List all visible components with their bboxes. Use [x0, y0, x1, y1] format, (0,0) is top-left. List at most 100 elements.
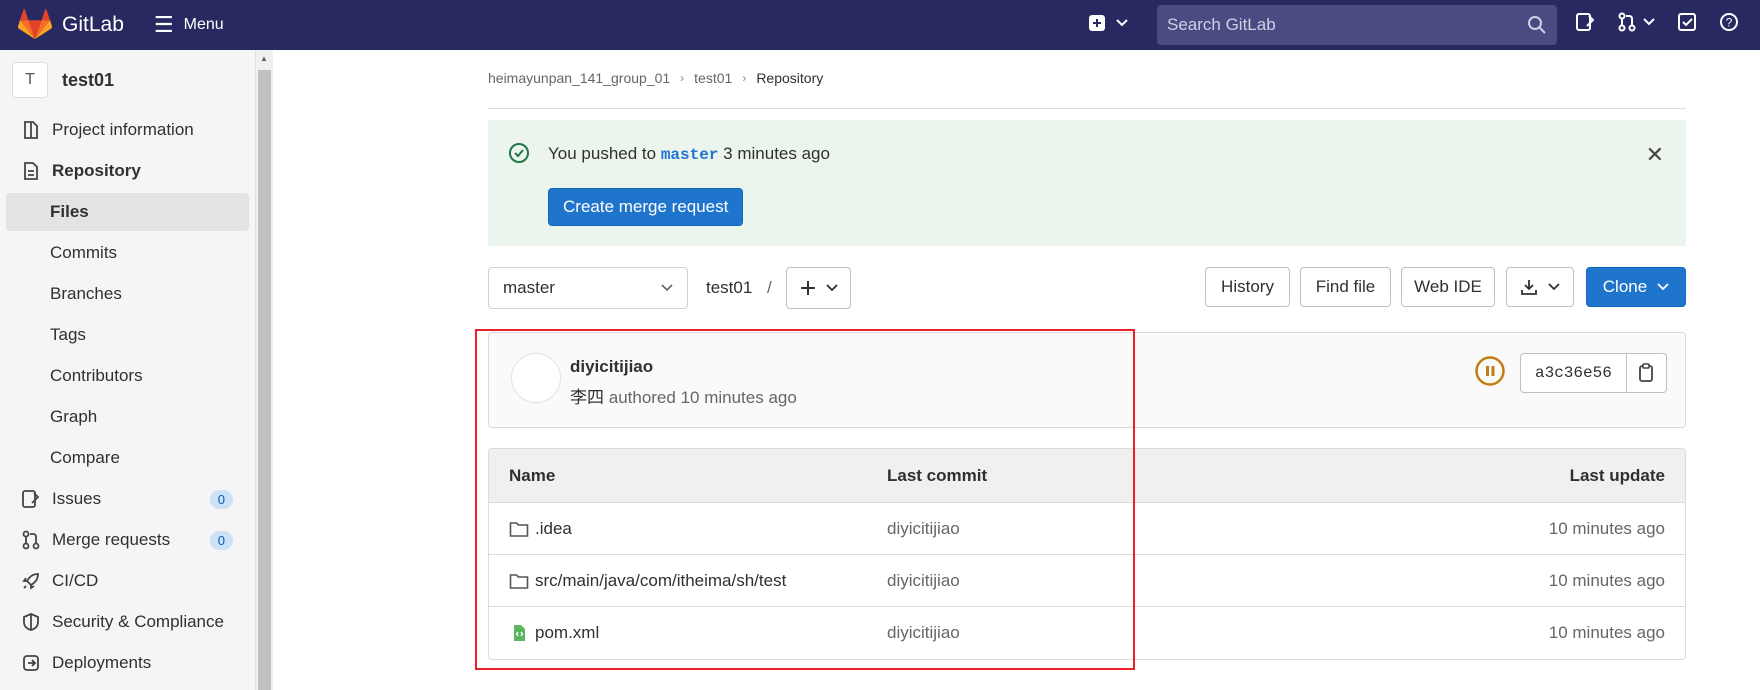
chevron-down-icon: [1643, 18, 1655, 26]
help-icon: ?: [1720, 13, 1738, 31]
search-box[interactable]: [1157, 5, 1557, 45]
sidebar-item-label: Files: [50, 202, 89, 221]
sidebar-item-contributors[interactable]: Contributors: [6, 357, 249, 395]
last-commit-link[interactable]: diyicitijiao: [887, 571, 1287, 591]
create-merge-request-button[interactable]: Create merge request: [548, 188, 744, 226]
sidebar-item-label: Commits: [50, 243, 118, 262]
issues-icon: [20, 489, 42, 509]
chevron-down-icon: [825, 284, 838, 292]
find-file-button[interactable]: Find file: [1300, 267, 1391, 307]
menu-button[interactable]: ☰ Menu: [154, 14, 224, 36]
sidebar-item-merge-requests[interactable]: Merge requests 0: [6, 521, 249, 559]
merge-request-icon: [20, 530, 42, 550]
file-tree-table: Name Last commit Last update .idea diyic…: [488, 448, 1686, 660]
history-button[interactable]: History: [1205, 267, 1290, 307]
issues-icon: [1576, 13, 1595, 31]
breadcrumb-current[interactable]: Repository: [756, 70, 823, 86]
search-input[interactable]: [1167, 15, 1527, 35]
alert-branch-link[interactable]: master: [661, 146, 719, 164]
repo-path-root[interactable]: test01: [706, 278, 752, 297]
column-header-name: Name: [509, 465, 556, 485]
table-row[interactable]: src/main/java/com/itheima/sh/test diyici…: [489, 555, 1685, 607]
column-header-last-update: Last update: [1569, 465, 1665, 485]
sidebar-project-header[interactable]: T test01: [0, 50, 255, 110]
svg-text:?: ?: [1726, 16, 1733, 30]
todo-check-icon: [1678, 13, 1696, 31]
commit-sha-group: a3c36e56: [1520, 353, 1667, 393]
sidebar-scrollbar[interactable]: ▲: [256, 50, 273, 690]
push-alert: You pushed to master 3 minutes ago ✕ Cre…: [488, 120, 1686, 246]
sidebar-item-ci-cd[interactable]: CI/CD: [6, 562, 249, 600]
sidebar-item-compare[interactable]: Compare: [6, 439, 249, 477]
sidebar-item-commits[interactable]: Commits: [6, 234, 249, 272]
merge-requests-nav-button[interactable]: [1617, 12, 1655, 32]
scroll-up-arrow-icon[interactable]: ▲: [260, 54, 268, 63]
repo-path: test01 /: [706, 278, 772, 298]
merge-request-icon: [1618, 12, 1636, 32]
sidebar-item-label: Merge requests: [52, 530, 171, 549]
download-dropdown[interactable]: [1506, 267, 1574, 307]
merge-requests-count-badge: 0: [209, 530, 233, 550]
sidebar-item-graph[interactable]: Graph: [6, 398, 249, 436]
file-name-link[interactable]: src/main/java/com/itheima/sh/test: [535, 571, 786, 591]
web-ide-button[interactable]: Web IDE: [1401, 267, 1495, 307]
pipeline-paused-icon[interactable]: [1474, 355, 1506, 392]
sidebar-item-label: Contributors: [50, 366, 143, 385]
sidebar-item-files[interactable]: Files: [6, 193, 249, 231]
sidebar-item-label: Security & Compliance: [52, 612, 224, 631]
chevron-right-icon: ›: [680, 71, 685, 85]
last-commit-link[interactable]: diyicitijiao: [887, 623, 1287, 643]
commit-author[interactable]: 李四: [570, 388, 604, 407]
sidebar-item-project-information[interactable]: Project information: [6, 111, 249, 149]
check-circle-icon: [508, 142, 530, 169]
sidebar-item-tags[interactable]: Tags: [6, 316, 249, 354]
sidebar-item-label: Compare: [50, 448, 120, 467]
table-row[interactable]: .idea diyicitijiao 10 minutes ago: [489, 503, 1685, 555]
last-commit-link[interactable]: diyicitijiao: [887, 519, 1287, 539]
scrollbar-thumb[interactable]: [258, 70, 271, 690]
repo-path-separator: /: [767, 278, 772, 297]
breadcrumb-project[interactable]: test01: [694, 70, 732, 86]
document-icon: [20, 161, 42, 181]
todos-nav-button[interactable]: [1677, 12, 1697, 32]
commit-title[interactable]: diyicitijiao: [570, 357, 653, 377]
shield-icon: [20, 612, 42, 632]
sidebar-item-label: Deployments: [52, 653, 152, 672]
create-new-dropdown[interactable]: [1088, 14, 1128, 32]
copy-sha-button[interactable]: [1626, 353, 1667, 393]
sidebar-item-label: Branches: [50, 284, 122, 303]
folder-icon: [509, 521, 529, 537]
help-nav-button[interactable]: ?: [1719, 12, 1739, 32]
avatar[interactable]: [511, 353, 561, 403]
sidebar-item-issues[interactable]: Issues 0: [6, 480, 249, 518]
commit-meta: 李四 authored 10 minutes ago: [570, 383, 797, 408]
issues-nav-button[interactable]: [1575, 12, 1595, 32]
sidebar-item-security-compliance[interactable]: Security & Compliance: [6, 603, 249, 641]
commit-sha[interactable]: a3c36e56: [1520, 353, 1627, 393]
breadcrumb-group[interactable]: heimayunpan_141_group_01: [488, 70, 670, 86]
hamburger-icon: ☰: [153, 12, 174, 37]
last-update-time: 10 minutes ago: [1548, 570, 1665, 590]
info-icon: [20, 120, 42, 140]
file-name-link[interactable]: pom.xml: [535, 623, 599, 643]
close-icon[interactable]: ✕: [1646, 142, 1664, 168]
branch-selector[interactable]: master: [488, 267, 688, 309]
gitlab-logo[interactable]: GitLab: [18, 9, 124, 41]
sidebar-item-label: CI/CD: [52, 571, 99, 590]
file-name-cell: .idea: [489, 519, 887, 539]
file-name-link[interactable]: .idea: [535, 519, 572, 539]
project-name: test01: [62, 69, 115, 90]
branch-selector-value: master: [503, 278, 555, 297]
chevron-down-icon: [1657, 283, 1669, 291]
download-icon: [1521, 280, 1537, 295]
chevron-down-icon: [1548, 283, 1560, 291]
sidebar-item-repository[interactable]: Repository: [6, 152, 249, 190]
sidebar-item-label: Issues: [52, 489, 102, 508]
add-to-tree-dropdown[interactable]: [786, 267, 851, 309]
xml-file-icon: [514, 625, 525, 641]
sidebar-item-branches[interactable]: Branches: [6, 275, 249, 313]
clone-dropdown-button[interactable]: Clone: [1586, 267, 1686, 307]
sidebar-item-deployments[interactable]: Deployments: [6, 644, 249, 682]
table-row[interactable]: pom.xml diyicitijiao 10 minutes ago: [489, 607, 1685, 659]
alert-message: You pushed to master 3 minutes ago: [548, 144, 830, 164]
